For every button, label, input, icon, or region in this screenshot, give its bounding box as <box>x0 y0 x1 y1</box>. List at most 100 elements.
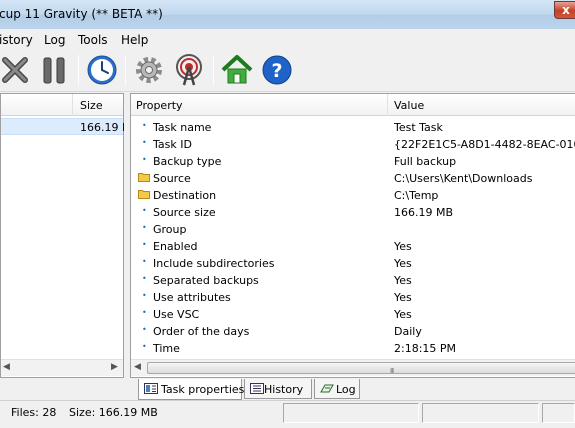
pause-button[interactable] <box>37 53 71 87</box>
property-value: {22F2E1C5-A8D1-4482-8EAC-010BA2 <box>394 138 575 151</box>
status-size: Size: 166.19 MB <box>69 406 158 419</box>
property-value: C:\Temp <box>394 189 439 202</box>
menu-bar: istory Log Tools Help <box>0 29 575 49</box>
home-button[interactable] <box>220 53 254 87</box>
property-value: Test Task <box>394 121 443 134</box>
property-name: Use VSC <box>153 308 200 321</box>
property-value: Daily <box>394 325 422 338</box>
status-panel <box>542 403 575 423</box>
property-row[interactable]: Source C:\Users\Kent\Downloads <box>131 170 575 187</box>
task-properties-icon <box>144 383 158 394</box>
scrollbar-grip: III <box>390 367 394 375</box>
svg-text:?: ? <box>271 60 282 82</box>
settings-button[interactable] <box>132 53 166 87</box>
bullet-icon: • <box>142 274 147 283</box>
property-row[interactable]: • Use VSC Yes <box>131 306 575 323</box>
schedule-clock-icon <box>87 55 117 85</box>
bottom-tab-strip: Task properties History Log <box>130 379 575 400</box>
property-name: Time <box>153 342 180 355</box>
property-name: Use attributes <box>153 291 231 304</box>
broadcast-antenna-icon <box>176 54 202 86</box>
tab-label: Task properties <box>161 383 245 396</box>
column-header-size[interactable]: Size <box>80 99 103 112</box>
property-row[interactable]: • Use attributes Yes <box>131 289 575 306</box>
property-row[interactable]: • Group <box>131 221 575 238</box>
pause-icon <box>43 57 65 84</box>
column-header-property[interactable]: Property <box>136 99 183 112</box>
menu-history[interactable]: istory <box>0 33 33 47</box>
property-row[interactable]: • Include subdirectories Yes <box>131 255 575 272</box>
bullet-icon: • <box>142 223 147 232</box>
column-divider[interactable] <box>72 94 73 116</box>
tab-label: Log <box>336 383 356 396</box>
menu-tools[interactable]: Tools <box>78 33 108 47</box>
settings-gear-icon <box>136 57 162 83</box>
column-header-value[interactable]: Value <box>394 99 424 112</box>
properties-hscrollbar[interactable]: ◀ III <box>131 359 575 376</box>
property-value: Yes <box>394 308 412 321</box>
window-title: cup 11 Gravity (** BETA **) <box>0 7 163 21</box>
tab-task-properties[interactable]: Task properties <box>138 379 245 400</box>
folder-icon <box>138 173 150 182</box>
bullet-icon: • <box>142 206 147 215</box>
property-name: Include subdirectories <box>153 257 275 270</box>
schedule-button[interactable] <box>85 53 119 87</box>
scroll-left-arrow-icon[interactable]: ◀ <box>134 362 141 372</box>
properties-header: Property Value <box>131 94 575 116</box>
property-name: Source size <box>153 206 216 219</box>
properties-pane: Property Value • Task name Test Task • Task … <box>130 93 575 378</box>
tab-label: History <box>264 383 304 396</box>
stop-button[interactable] <box>0 53 32 87</box>
menu-log[interactable]: Log <box>44 33 65 47</box>
scrollbar-thumb[interactable]: III <box>147 362 575 375</box>
property-value: 166.19 MB <box>394 206 454 219</box>
help-icon: ? <box>262 55 292 85</box>
folder-icon <box>138 190 150 199</box>
status-panel <box>283 403 419 423</box>
tab-log[interactable]: Log <box>314 379 360 399</box>
scroll-left-arrow-icon[interactable]: ◀ <box>3 362 10 372</box>
task-list-hscrollbar[interactable]: ◀ ▶ <box>1 359 123 376</box>
task-list-header: Size <box>1 94 123 116</box>
property-name: Source <box>153 172 191 185</box>
status-panel <box>422 403 539 423</box>
task-list-pane: Size 166.19 M ◀ ▶ <box>0 93 131 378</box>
property-name: Backup type <box>153 155 222 168</box>
bullet-icon: • <box>142 240 147 249</box>
bullet-icon: • <box>142 342 147 351</box>
property-row[interactable]: • Order of the days Daily <box>131 323 575 340</box>
property-row[interactable]: Destination C:\Temp <box>131 187 575 204</box>
property-row[interactable]: • Task ID {22F2E1C5-A8D1-4482-8EAC-010BA2 <box>131 136 575 153</box>
property-name: Task ID <box>153 138 192 151</box>
property-row[interactable]: • Time 2:18:15 PM <box>131 340 575 357</box>
bullet-icon: • <box>142 155 147 164</box>
bullet-icon: • <box>142 291 147 300</box>
bullet-icon: • <box>142 121 147 130</box>
menu-help[interactable]: Help <box>121 33 148 47</box>
property-name: Enabled <box>153 240 198 253</box>
property-row[interactable]: • Task name Test Task <box>131 119 575 136</box>
bullet-icon: • <box>142 138 147 147</box>
log-icon <box>320 384 334 393</box>
property-row[interactable]: • Enabled Yes <box>131 238 575 255</box>
help-button[interactable]: ? <box>260 53 294 87</box>
property-row[interactable]: • Backup type Full backup <box>131 153 575 170</box>
broadcast-button[interactable] <box>172 53 206 87</box>
property-name: Order of the days <box>153 325 250 338</box>
property-name: Destination <box>153 189 217 202</box>
toolbar-separator <box>78 55 79 85</box>
bullet-icon: • <box>142 308 147 317</box>
property-value: Full backup <box>394 155 457 168</box>
property-value: 2:18:15 PM <box>394 342 457 355</box>
bullet-icon: • <box>142 257 147 266</box>
property-value: Yes <box>394 257 412 270</box>
property-row[interactable]: • Separated backups Yes <box>131 272 575 289</box>
property-row[interactable]: • Source size 166.19 MB <box>131 204 575 221</box>
column-divider[interactable] <box>387 94 388 116</box>
tab-history[interactable]: History <box>244 379 312 399</box>
window-close-button[interactable]: x <box>554 1 575 19</box>
scroll-right-arrow-icon[interactable]: ▶ <box>111 362 118 372</box>
task-list-row[interactable]: 166.19 M <box>1 118 131 135</box>
property-name: Task name <box>153 121 212 134</box>
property-value: C:\Users\Kent\Downloads <box>394 172 533 185</box>
